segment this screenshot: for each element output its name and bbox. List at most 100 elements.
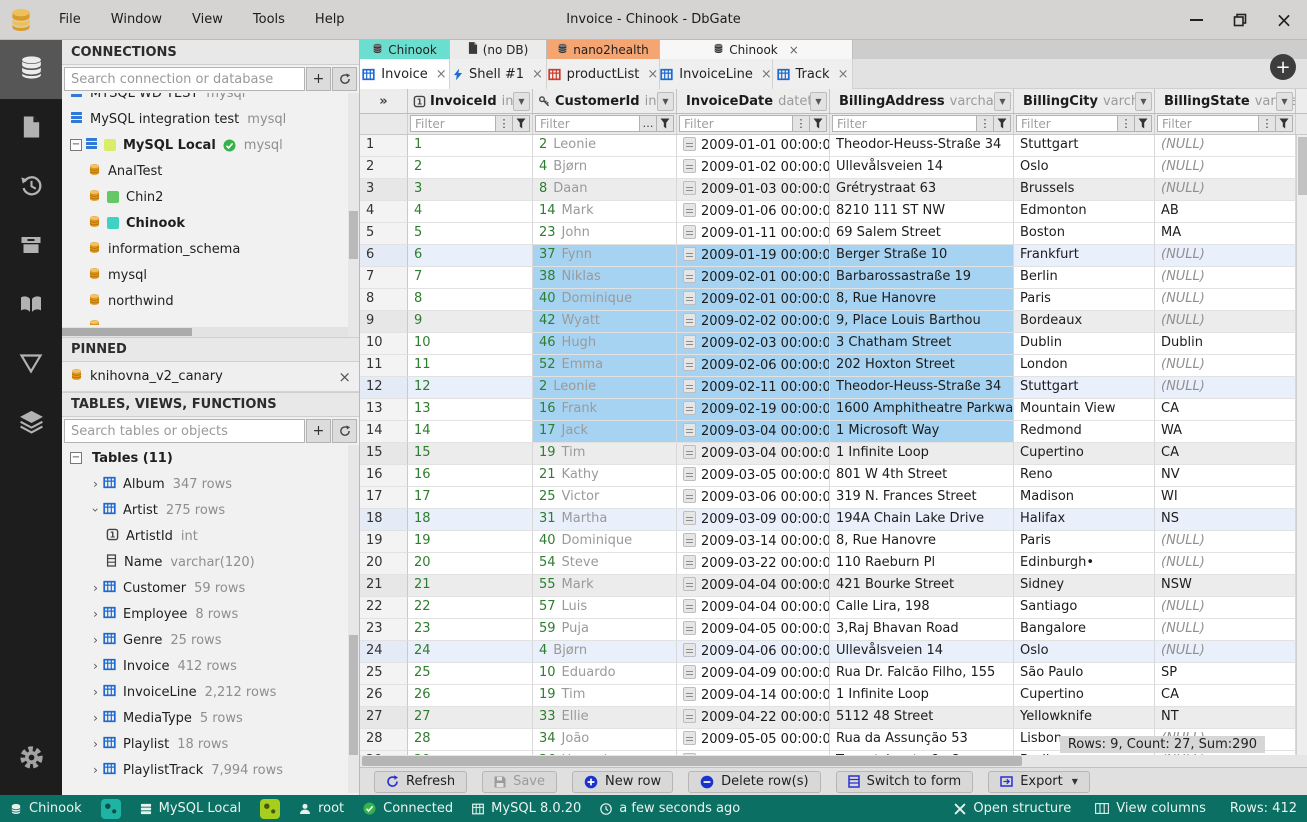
row-number[interactable]: 7 <box>360 267 408 289</box>
menu-file[interactable]: File <box>46 9 94 30</box>
grid-cell[interactable]: 2009-02-11 00:00:00 <box>677 377 830 399</box>
grid-cell[interactable]: 1600 Amphitheatre Parkway <box>830 399 1014 421</box>
grid-cell[interactable]: 24 <box>408 641 533 663</box>
connections-hscrollbar[interactable] <box>62 327 348 337</box>
close-group-icon[interactable]: × <box>789 43 799 57</box>
grid-cell[interactable]: 3 <box>408 179 533 201</box>
row-number[interactable]: 21 <box>360 575 408 597</box>
column-dropdown-button[interactable]: ▼ <box>657 92 674 111</box>
grid-cell[interactable]: 2009-03-14 00:00:00 <box>677 531 830 553</box>
table-tree-item[interactable]: › Invoice 412 rows <box>62 653 359 679</box>
filter-input[interactable] <box>411 116 495 131</box>
grid-cell[interactable]: Brussels <box>1014 179 1155 201</box>
grid-cell[interactable]: 2009-02-02 00:00:00 <box>677 311 830 333</box>
filter-input[interactable] <box>1017 116 1117 131</box>
grid-cell[interactable]: Redmond <box>1014 421 1155 443</box>
grid-cell[interactable]: 33 Ellie <box>533 707 677 729</box>
grid-cell[interactable]: 202 Hoxton Street <box>830 355 1014 377</box>
grid-cell[interactable]: 4 <box>408 201 533 223</box>
column-dropdown-button[interactable]: ▼ <box>810 92 827 111</box>
tab-group-2[interactable]: nano2health <box>547 40 660 59</box>
grid-cell[interactable]: 2009-01-06 00:00:00 <box>677 201 830 223</box>
grid-cell[interactable]: Cupertino <box>1014 443 1155 465</box>
grid-horizontal-scrollbar[interactable] <box>360 755 1307 767</box>
chevron-right-icon[interactable]: › <box>88 737 103 751</box>
grid-cell[interactable]: Mountain View <box>1014 399 1155 421</box>
grid-cell[interactable]: 15 <box>408 443 533 465</box>
chevron-right-icon[interactable]: › <box>88 685 103 699</box>
grid-cell[interactable]: 2009-03-04 00:00:00 <box>677 443 830 465</box>
grid-cell[interactable]: 2 <box>408 157 533 179</box>
grid-cell[interactable]: NV <box>1155 465 1296 487</box>
grid-cell[interactable]: Theodor-Heuss-Straße 34 <box>830 135 1014 157</box>
tab-track[interactable]: Track × <box>773 59 853 89</box>
row-number[interactable]: 6 <box>360 245 408 267</box>
connection-tree-item[interactable]: MYSQL WD TEST mysql <box>62 93 359 106</box>
column-dropdown-button[interactable]: ▼ <box>1135 92 1152 111</box>
grid-cell[interactable]: 2009-01-19 00:00:00 <box>677 245 830 267</box>
filter-input[interactable] <box>1158 116 1258 131</box>
grid-cell[interactable]: 1 Infinite Loop <box>830 685 1014 707</box>
chevron-down-icon[interactable]: › <box>89 503 103 518</box>
row-number[interactable]: 28 <box>360 729 408 751</box>
grid-cell[interactable]: 2009-04-04 00:00:00 <box>677 597 830 619</box>
grid-cell[interactable]: 2009-03-09 00:00:00 <box>677 509 830 531</box>
grid-cell[interactable]: Bangalore <box>1014 619 1155 641</box>
new-tab-button[interactable]: + <box>1270 54 1296 80</box>
grid-cell[interactable]: 28 <box>408 729 533 751</box>
grid-cell[interactable]: MA <box>1155 223 1296 245</box>
delete-row-s--button[interactable]: Delete row(s) <box>688 770 821 793</box>
grid-cell[interactable]: 8210 111 ST NW <box>830 201 1014 223</box>
add-connection-button[interactable]: + <box>306 67 331 91</box>
filter-menu-button[interactable]: ⋮ <box>1258 116 1275 131</box>
new-row-button[interactable]: New row <box>572 770 674 793</box>
grid-cell[interactable]: 37 Fynn <box>533 245 677 267</box>
grid-cell[interactable]: 16 Frank <box>533 399 677 421</box>
tab-shell-1[interactable]: Shell #1 × <box>450 59 547 89</box>
connection-tree-item[interactable]: Chin2 <box>62 184 359 210</box>
table-tree-item[interactable]: › PlaylistTrack 7,994 rows <box>62 757 359 783</box>
connection-tree-item[interactable]: northwind <box>62 288 359 314</box>
grid-cell[interactable]: 8 Daan <box>533 179 677 201</box>
filter-funnel-button[interactable] <box>512 116 529 131</box>
rail-item-query-designer[interactable] <box>0 335 62 394</box>
status-mysql-8-0-20[interactable]: MySQL 8.0.20 <box>472 801 581 816</box>
grid-cell[interactable]: 2009-05-05 00:00:00 <box>677 729 830 751</box>
grid-cell[interactable]: 31 Martha <box>533 509 677 531</box>
grid-cell[interactable]: Sidney <box>1014 575 1155 597</box>
connection-tree-item[interactable]: Chinook <box>62 210 359 236</box>
row-number[interactable]: 20 <box>360 553 408 575</box>
row-number[interactable]: 10 <box>360 333 408 355</box>
column-header-billingaddress[interactable]: BillingAddress varchar(70 ▼ <box>830 89 1014 113</box>
chevron-right-icon[interactable]: › <box>88 659 103 673</box>
grid-cell[interactable]: Theodor-Heuss-Straße 34 <box>830 377 1014 399</box>
grid-cell[interactable]: WI <box>1155 487 1296 509</box>
grid-cell[interactable]: Dublin <box>1014 333 1155 355</box>
grid-cell[interactable]: 7 <box>408 267 533 289</box>
grid-cell[interactable]: 8, Rue Hanovre <box>830 289 1014 311</box>
grid-cell[interactable]: Boston <box>1014 223 1155 245</box>
row-number[interactable]: 12 <box>360 377 408 399</box>
column-header-invoiceid[interactable]: 1 InvoiceId int ▼ <box>408 89 533 113</box>
grid-cell[interactable]: Reno <box>1014 465 1155 487</box>
grid-cell[interactable]: 319 N. Frances Street <box>830 487 1014 509</box>
grid-cell[interactable]: 2009-04-06 00:00:00 <box>677 641 830 663</box>
row-number[interactable]: 23 <box>360 619 408 641</box>
grid-cell[interactable]: 20 <box>408 553 533 575</box>
filter-menu-button[interactable]: … <box>639 116 656 131</box>
status-a-few-seconds-ago[interactable]: a few seconds ago <box>600 801 740 816</box>
grid-cell[interactable]: (NULL) <box>1155 553 1296 575</box>
grid-cell[interactable]: 59 Puja <box>533 619 677 641</box>
add-table-button[interactable]: + <box>306 419 331 443</box>
status-chinook[interactable]: Chinook <box>10 801 82 816</box>
grid-cell[interactable]: Rua Dr. Falcão Filho, 155 <box>830 663 1014 685</box>
chevron-right-icon[interactable]: › <box>88 477 103 491</box>
grid-cell[interactable]: (NULL) <box>1155 245 1296 267</box>
grid-cell[interactable]: 2009-02-03 00:00:00 <box>677 333 830 355</box>
table-tree-item[interactable]: › Genre 25 rows <box>62 627 359 653</box>
grid-cell[interactable]: Ullevålsveien 14 <box>830 157 1014 179</box>
grid-cell[interactable]: 2009-02-01 00:00:00 <box>677 267 830 289</box>
status-open-structure[interactable]: Open structure <box>954 801 1071 816</box>
grid-cell[interactable]: 23 John <box>533 223 677 245</box>
connection-tree-item[interactable]: − MySQL Local mysql <box>62 132 359 158</box>
